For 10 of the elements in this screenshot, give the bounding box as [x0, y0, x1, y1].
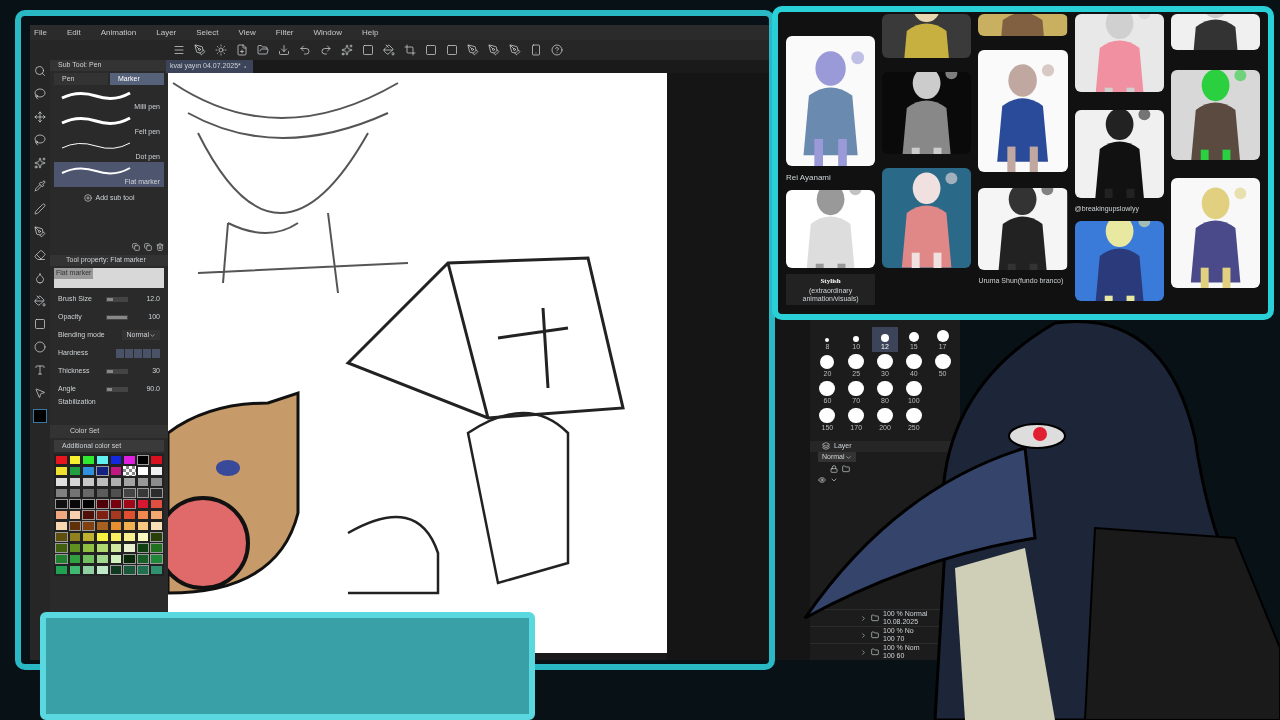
- menu-item[interactable]: Select: [196, 26, 219, 39]
- pin-caption: Rei Ayanami: [786, 172, 832, 184]
- menu-item[interactable]: Help: [361, 26, 379, 39]
- menu-item[interactable]: File: [34, 26, 47, 39]
- menu-item[interactable]: Filter: [275, 26, 294, 39]
- menu-item[interactable]: Edit: [66, 26, 81, 39]
- menu-item[interactable]: Layer: [156, 26, 177, 39]
- menu-item[interactable]: Window: [313, 26, 342, 39]
- menu-item[interactable]: Animation: [100, 26, 137, 39]
- menu-item[interactable]: View: [238, 26, 256, 39]
